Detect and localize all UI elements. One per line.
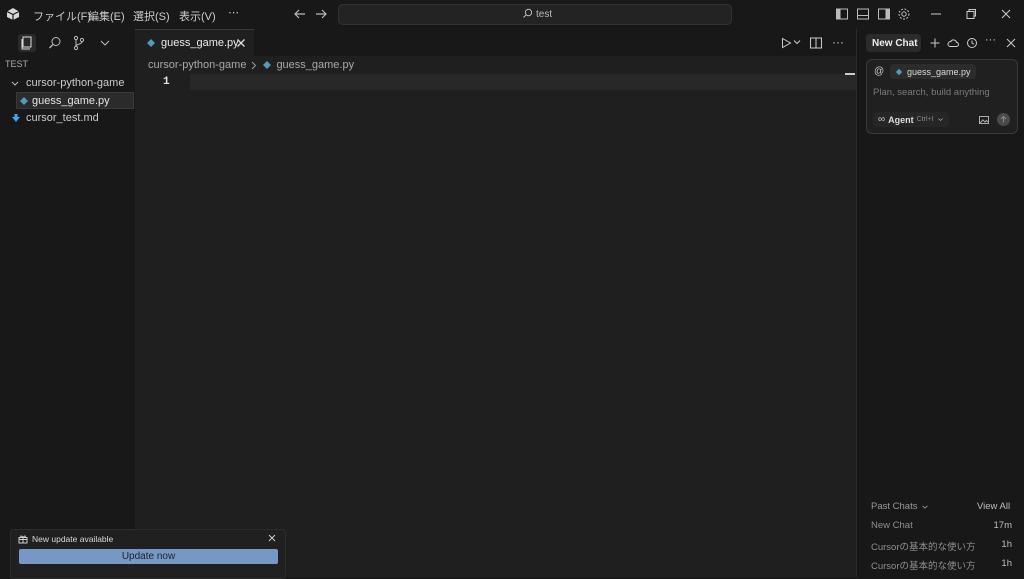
search-text: test (536, 9, 553, 20)
restore-window-icon[interactable] (964, 7, 978, 21)
close-tab-icon[interactable] (236, 38, 246, 48)
breadcrumb-file[interactable]: guess_game.py (276, 59, 354, 71)
search-sidebar-icon[interactable] (46, 34, 64, 52)
tree-item-cursor-test[interactable]: cursor_test.md (0, 110, 135, 127)
chevron-right-icon (251, 61, 257, 70)
folder-label: cursor-python-game (26, 77, 125, 89)
menu-more[interactable]: ⋯ (228, 6, 239, 19)
back-arrow-icon[interactable] (293, 7, 307, 21)
explorer-sidebar: TEST cursor-python-game guess_game.py cu… (0, 29, 135, 577)
breadcrumb: cursor-python-game guess_game.py (148, 59, 354, 71)
python-file-icon (895, 68, 903, 76)
view-all-link[interactable]: View All (977, 501, 1010, 512)
cloud-icon[interactable] (947, 37, 959, 49)
tree-item-folder[interactable]: cursor-python-game (0, 75, 135, 92)
tab-label: guess_game.py (161, 37, 239, 49)
split-editor-icon[interactable] (809, 36, 823, 50)
send-arrow-icon[interactable] (997, 113, 1010, 126)
forward-arrow-icon[interactable] (314, 7, 328, 21)
chevron-down-icon[interactable] (96, 34, 114, 52)
close-notification-icon[interactable] (268, 534, 276, 542)
past-chat-title: Cursorの基本的な使い方 (871, 542, 976, 553)
cursor-logo-icon (6, 7, 20, 21)
menu-view[interactable]: 表示(V) (179, 8, 216, 24)
breadcrumb-folder[interactable]: cursor-python-game (148, 59, 246, 71)
notification-message: New update available (32, 534, 114, 544)
context-file-chip[interactable]: guess_game.py (890, 64, 976, 79)
chevron-down-icon (10, 79, 20, 89)
toggle-panel-icon[interactable] (856, 7, 870, 21)
new-chat-tab-label: New Chat (872, 38, 918, 49)
update-now-button[interactable]: Update now (19, 549, 278, 564)
markdown-file-icon (11, 113, 21, 123)
minimize-window-icon[interactable] (929, 7, 943, 21)
close-panel-icon[interactable] (1005, 37, 1017, 49)
gift-icon (18, 534, 28, 544)
past-chat-time: 1h (1001, 539, 1012, 550)
past-chats-header[interactable]: Past Chats (871, 501, 929, 512)
line-number: 1 (163, 76, 170, 88)
toggle-secondary-sidebar-icon[interactable] (877, 7, 891, 21)
image-attach-icon[interactable] (978, 114, 990, 126)
explorer-files-icon[interactable] (18, 34, 36, 52)
tree-item-guess-game[interactable]: guess_game.py (16, 92, 134, 109)
context-file-label: guess_game.py (907, 66, 971, 77)
past-chat-time: 1h (1001, 558, 1012, 569)
command-search-box[interactable]: test (338, 4, 732, 25)
chat-composer[interactable]: @ guess_game.py Plan, search, build anyt… (866, 59, 1018, 134)
past-chat-item[interactable]: Cursorの基本的な使い方 1h (871, 538, 1013, 553)
menu-file[interactable]: ファイル(F) (33, 8, 91, 24)
section-title: TEST (5, 59, 29, 69)
run-play-icon[interactable] (779, 36, 793, 50)
chat-input-placeholder[interactable]: Plan, search, build anything (873, 87, 990, 98)
menu-edit[interactable]: 編集(E) (88, 8, 125, 24)
file-label: guess_game.py (32, 95, 110, 107)
agent-shortcut: Ctrl+I (916, 116, 934, 123)
minimap-slider[interactable] (845, 73, 855, 75)
python-file-icon (146, 38, 156, 48)
chevron-down-icon (937, 116, 944, 123)
source-control-icon[interactable] (70, 34, 88, 52)
plus-icon[interactable] (929, 37, 941, 49)
close-window-icon[interactable] (999, 7, 1013, 21)
file-label: cursor_test.md (26, 112, 99, 124)
past-chats-label: Past Chats (871, 501, 918, 512)
explorer-section-header[interactable]: TEST (0, 57, 135, 74)
chevron-down-icon[interactable] (792, 37, 802, 47)
toggle-primary-sidebar-icon[interactable] (835, 7, 849, 21)
chat-more-icon[interactable]: ··· (985, 34, 996, 46)
menu-selection[interactable]: 選択(S) (133, 8, 170, 24)
new-chat-tab[interactable]: New Chat (866, 34, 921, 52)
past-chat-item[interactable]: New Chat 17m (871, 519, 1013, 533)
python-file-icon (19, 96, 29, 106)
past-chat-title: New Chat (871, 520, 913, 531)
settings-gear-icon[interactable] (897, 7, 911, 21)
python-file-icon (262, 60, 272, 70)
title-bar: ファイル(F) 編集(E) 選択(S) 表示(V) ⋯ test (0, 0, 1024, 29)
agent-mode-label: Agent (888, 114, 914, 125)
editor-current-line[interactable] (190, 74, 856, 90)
search-icon (522, 8, 533, 19)
past-chat-title: Cursorの基本的な使い方 (871, 561, 976, 572)
history-clock-icon[interactable] (966, 37, 978, 49)
chevron-down-icon (921, 503, 929, 511)
tab-guess-game[interactable]: guess_game.py (135, 29, 254, 57)
editor-area[interactable] (135, 29, 856, 577)
infinity-icon: ∞ (878, 114, 886, 125)
past-chat-time: 17m (993, 520, 1012, 531)
agent-mode-selector[interactable]: ∞ Agent Ctrl+I (873, 112, 949, 127)
mention-button[interactable]: @ (874, 66, 884, 77)
past-chat-item[interactable]: Cursorの基本的な使い方 1h (871, 557, 1013, 572)
more-actions-icon[interactable]: ··· (832, 35, 846, 49)
